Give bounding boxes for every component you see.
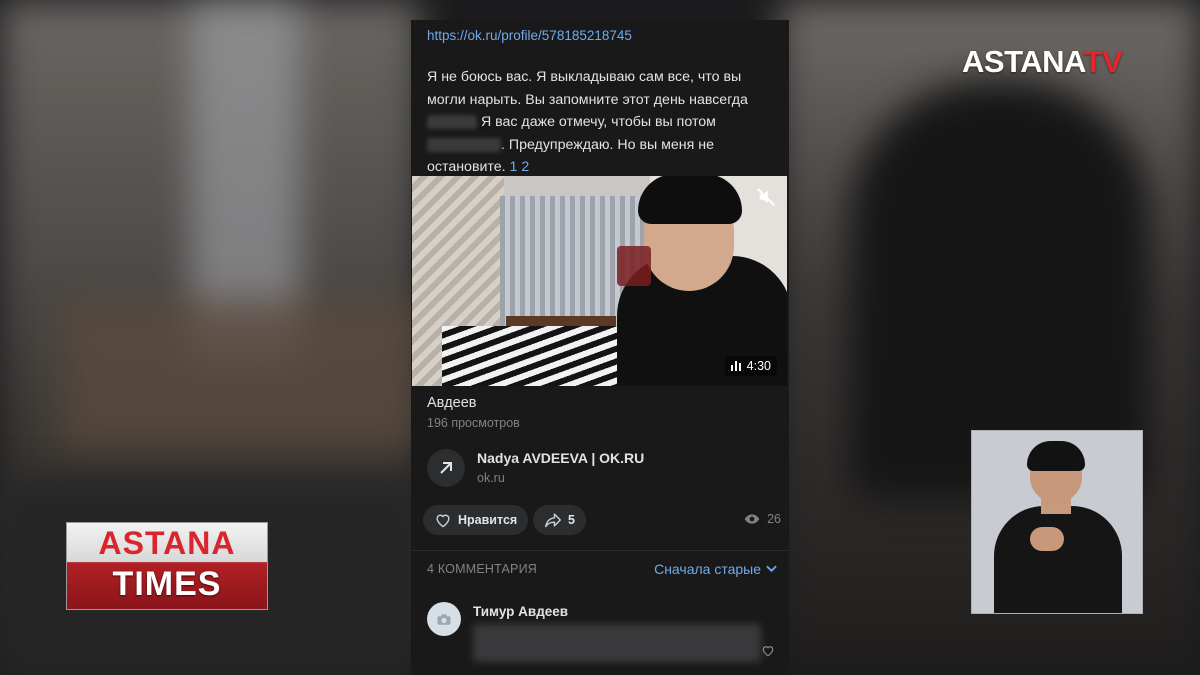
more-links[interactable]: 1 2: [510, 159, 530, 175]
share-count: 5: [568, 513, 575, 527]
video-duration: 4:30: [724, 356, 777, 376]
arrow-up-right-icon: [427, 449, 465, 487]
heart-icon[interactable]: [761, 644, 775, 657]
video-player[interactable]: 4:30: [412, 176, 787, 386]
channel-logo-tv: TV: [1083, 44, 1123, 79]
program-badge: ASTANA TIMES: [66, 522, 268, 610]
link-card-domain: ok.ru: [477, 471, 505, 485]
interpreter-hand: [1030, 527, 1064, 551]
divider: [411, 550, 789, 551]
background-bed: [60, 300, 420, 450]
post-text-line1: Я не боюсь вас. Я выкладываю сам все, чт…: [427, 69, 748, 108]
comments-count: 4 КОММЕНТАРИЯ: [427, 562, 537, 576]
interpreter-hair: [1027, 441, 1085, 471]
bars-icon: [730, 361, 741, 371]
duration-text: 4:30: [746, 359, 771, 373]
video-frame-glass: [617, 246, 651, 286]
program-badge-top: ASTANA: [98, 525, 236, 561]
comment-author[interactable]: Тимур Авдеев: [473, 604, 568, 619]
program-badge-bottom: TIMES: [112, 565, 222, 603]
post-actions: Нравится 5 26: [423, 505, 781, 535]
phone-screen: https://ok.ru/profile/578185218745 Я не …: [411, 20, 789, 675]
redacted-comment: [473, 624, 761, 662]
views-count: 26: [767, 512, 781, 526]
link-card[interactable]: Nadya AVDEEVA | OK.RU ok.ru: [427, 447, 777, 489]
redacted-text: [427, 137, 501, 152]
link-card-title: Nadya AVDEEVA | OK.RU: [477, 450, 645, 466]
channel-logo: ASTANATV: [962, 44, 1123, 80]
video-views: 196 просмотров: [427, 416, 520, 430]
comments-sort-dropdown[interactable]: Сначала старые: [654, 561, 777, 577]
heart-icon: [436, 514, 450, 528]
comment-item: Тимур Авдеев: [427, 602, 777, 672]
share-icon: [545, 513, 561, 528]
mute-icon[interactable]: [755, 186, 777, 208]
camera-icon[interactable]: [427, 602, 461, 636]
views-counter: 26: [744, 512, 781, 526]
redacted-text: [427, 115, 477, 130]
sign-language-interpreter: [971, 430, 1143, 614]
like-button[interactable]: Нравится: [423, 505, 529, 535]
interpreter-body: [994, 506, 1122, 613]
comments-header: 4 КОММЕНТАРИЯ Сначала старые: [427, 561, 777, 582]
eye-icon: [744, 514, 760, 524]
profile-link[interactable]: https://ok.ru/profile/578185218745: [427, 28, 632, 43]
share-button[interactable]: 5: [533, 505, 586, 535]
video-frame-hat: [638, 176, 742, 224]
post-text-line2: Я вас даже отмечу, чтобы вы потом: [477, 114, 716, 130]
comments-sort-label: Сначала старые: [654, 561, 761, 577]
video-frame-blanket: [442, 326, 632, 386]
channel-logo-main: ASTANA: [962, 44, 1084, 79]
chevron-down-icon: [766, 565, 777, 573]
post-text: Я не боюсь вас. Я выкладываю сам все, чт…: [427, 66, 777, 179]
video-title[interactable]: Авдеев: [427, 395, 477, 411]
like-label: Нравится: [458, 513, 518, 527]
